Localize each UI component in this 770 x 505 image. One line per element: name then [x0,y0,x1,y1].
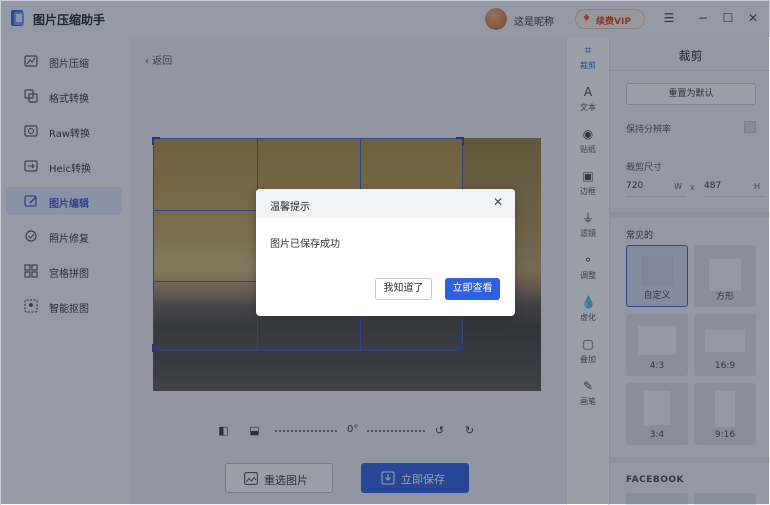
save-success-dialog: 温馨提示 ✕ 图片已保存成功 我知道了 立即查看 [256,189,515,316]
dialog-title: 温馨提示 [270,202,310,213]
dialog-message: 图片已保存成功 [270,239,340,250]
dialog-header: 温馨提示 ✕ [256,189,515,218]
close-icon[interactable]: ✕ [492,196,504,208]
got-it-button[interactable]: 我知道了 [375,278,432,300]
view-now-button[interactable]: 立即查看 [445,278,500,300]
